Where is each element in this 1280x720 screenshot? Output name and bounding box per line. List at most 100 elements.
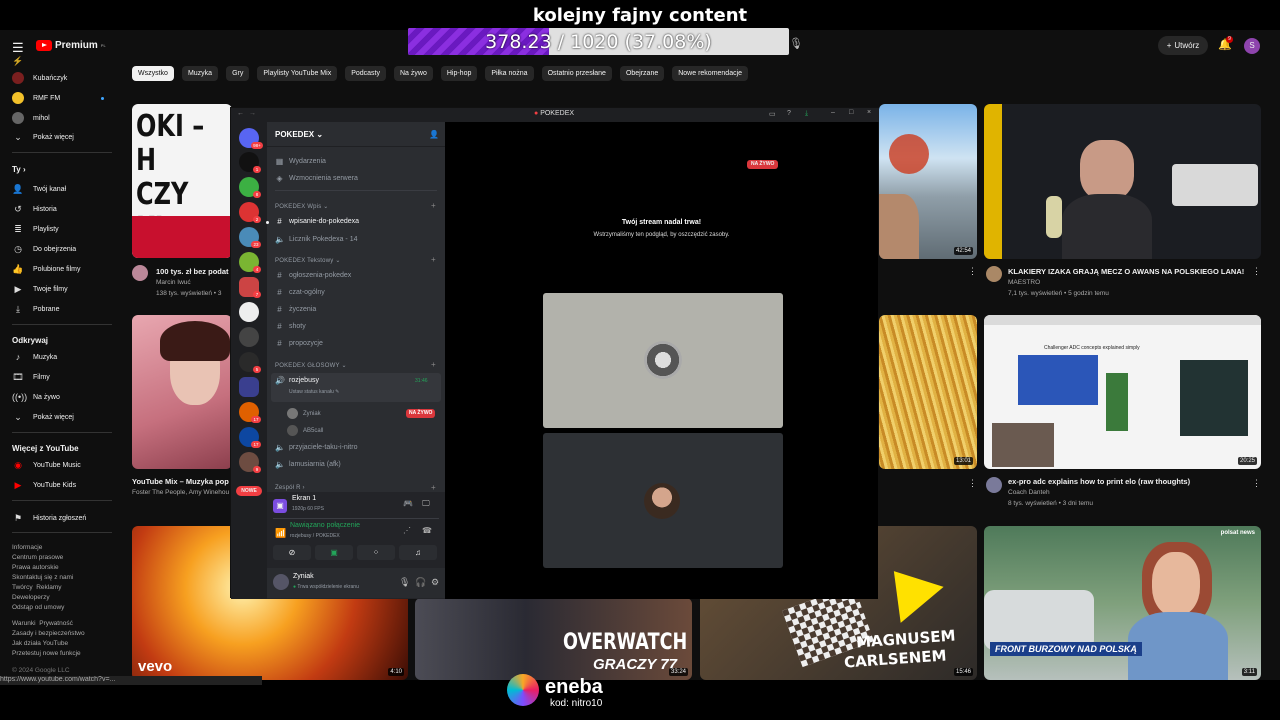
- channel-boosts[interactable]: ◈ Wzmocnienia serwera: [275, 174, 357, 183]
- forward-arrow-icon[interactable]: →: [249, 110, 256, 117]
- video-thumbnail[interactable]: [984, 104, 1261, 259]
- sidebar-sub-kubanczyk[interactable]: Kubańczyk: [12, 72, 67, 84]
- sidebar-item-liked[interactable]: 👍 Polubione filmy: [12, 264, 80, 275]
- microphone-icon[interactable]: 🎙: [399, 577, 410, 588]
- back-arrow-icon[interactable]: ←: [237, 110, 244, 117]
- footer-link[interactable]: Reklamy: [36, 584, 61, 591]
- chip-live[interactable]: Na żywo: [394, 66, 433, 81]
- noise-suppression-icon[interactable]: ⋰: [403, 526, 411, 535]
- footer-link[interactable]: Skontaktuj się z nami: [12, 573, 73, 583]
- chip-watched[interactable]: Obejrzane: [619, 66, 665, 81]
- sidebar-item-report-history[interactable]: ⚑ Historia zgłoszeń: [12, 513, 86, 524]
- download-icon[interactable]: ⤓: [805, 110, 808, 118]
- sidebar-sub-rmf[interactable]: RMF FM: [12, 92, 105, 104]
- footer-link[interactable]: Prawa autorskie: [12, 563, 73, 573]
- footer-link[interactable]: Odstąp od umowy: [12, 603, 73, 613]
- voice-channel-rozjebusy[interactable]: 🔊 rozjebusy: [275, 376, 319, 385]
- add-channel-icon[interactable]: +: [431, 483, 436, 492]
- camera-off-button[interactable]: ⊘: [273, 545, 311, 560]
- add-channel-icon[interactable]: +: [431, 255, 436, 264]
- channel-licznik[interactable]: 🔈 Licznik Pokedexa - 14: [275, 235, 357, 244]
- server-icon[interactable]: [239, 302, 259, 322]
- category-header[interactable]: POKEDEX GŁOSOWY ⌄: [275, 362, 347, 369]
- create-button[interactable]: + Utwórz: [1158, 36, 1208, 55]
- sidebar-item-your-videos[interactable]: ▶ Twoje filmy: [12, 284, 68, 295]
- video-title[interactable]: KLAKIERY IZAKA GRAJĄ MECZ O AWANS NA POL…: [1008, 267, 1244, 276]
- channel-avatar[interactable]: [986, 477, 1002, 493]
- sidebar-item-movies[interactable]: 🎞 Filmy: [12, 372, 49, 383]
- footer-link[interactable]: Zasady i bezpieczeństwo: [12, 629, 85, 639]
- connection-channel[interactable]: rozjebusy / POKEDEX: [290, 533, 340, 539]
- sidebar-item-watch-later[interactable]: ◷ Do obejrzenia: [12, 244, 76, 255]
- sidebar-item-live[interactable]: ((•)) Na żywo: [12, 392, 60, 402]
- sidebar-item-channel[interactable]: 👤 Twój kanał: [12, 184, 66, 195]
- sidebar-item-yt-kids[interactable]: ▶ YouTube Kids: [12, 480, 77, 491]
- video-title[interactable]: ex-pro adc explains how to print elo (ra…: [1008, 477, 1190, 486]
- footer-link[interactable]: Twórcy: [12, 584, 33, 591]
- channel-zyczenia[interactable]: # życzenia: [275, 305, 316, 314]
- channel-name[interactable]: Marcin Iwuć: [156, 279, 191, 286]
- video-title[interactable]: YouTube Mix – Muzyka pop: [132, 477, 229, 486]
- add-channel-icon[interactable]: +: [431, 360, 436, 369]
- account-avatar[interactable]: S: [1244, 38, 1260, 54]
- add-channel-icon[interactable]: +: [431, 201, 436, 210]
- category-header[interactable]: Zespół R ›: [275, 485, 305, 491]
- gamepad-icon[interactable]: 🎮: [403, 499, 413, 508]
- monitor-icon[interactable]: 🖵: [422, 499, 430, 509]
- server-folder-icon[interactable]: [239, 377, 259, 397]
- server-name[interactable]: POKEDEX ⌄: [275, 130, 323, 139]
- chip-football[interactable]: Piłka nożna: [485, 66, 534, 81]
- you-section-heading[interactable]: Ty ›: [12, 165, 26, 174]
- channel-czat[interactable]: # czat-ogólny: [275, 288, 325, 297]
- footer-link[interactable]: Warunki: [12, 620, 36, 627]
- video-thumbnail[interactable]: [132, 315, 232, 469]
- settings-gear-icon[interactable]: ⚙: [431, 577, 439, 588]
- video-tile-stream[interactable]: [543, 293, 783, 428]
- inbox-icon[interactable]: ▭: [769, 110, 776, 118]
- chip-games[interactable]: Gry: [226, 66, 250, 81]
- maximize-icon[interactable]: □: [849, 109, 853, 116]
- footer-link[interactable]: Jak działa YouTube: [12, 639, 85, 649]
- help-icon[interactable]: ?: [787, 110, 791, 117]
- share-screen-button[interactable]: ▣: [315, 545, 353, 560]
- video-thumbnail-partial[interactable]: 13:01: [879, 315, 977, 469]
- more-options-icon[interactable]: ⋮: [968, 478, 977, 489]
- channel-events[interactable]: ▦ Wydarzenia: [275, 157, 326, 166]
- video-thumbnail[interactable]: OVERWATCH GRACZY 77 33:24: [415, 598, 692, 680]
- voice-channel-przyjaciele[interactable]: 🔈 przyjaciele-taku-i-nitro: [275, 443, 357, 452]
- channel-avatar[interactable]: [986, 266, 1002, 282]
- chip-recent[interactable]: Ostatnio przesłane: [541, 66, 612, 81]
- sidebar-item-yt-music[interactable]: ◉ YouTube Music: [12, 460, 81, 471]
- channel-name[interactable]: MAESTRO: [1008, 279, 1040, 286]
- footer-link[interactable]: Deweloperzy: [12, 593, 73, 603]
- video-tile-user[interactable]: [543, 433, 783, 568]
- sidebar-item-playlists[interactable]: ≣ Playlisty: [12, 224, 58, 235]
- server-icon[interactable]: [239, 327, 259, 347]
- video-thumbnail[interactable]: FRONT BURZOWY NAD POLSKĄ polsat news 3:1…: [984, 526, 1261, 680]
- channel-wpisanie[interactable]: # wpisanie-do-pokedexa: [275, 217, 359, 226]
- sidebar-show-more[interactable]: ⌄ Pokaż więcej: [12, 132, 74, 143]
- chip-new[interactable]: Nowe rekomendacje: [672, 66, 749, 81]
- chip-music[interactable]: Muzyka: [181, 66, 219, 81]
- footer-link[interactable]: Przetestuj nowe funkcje: [12, 649, 85, 659]
- sidebar-item-history[interactable]: ↺ Historia: [12, 204, 57, 215]
- category-header[interactable]: POKEDEX Tekstowy ⌄: [275, 257, 341, 264]
- headphones-icon[interactable]: 🎧: [415, 577, 426, 588]
- voice-user[interactable]: Zyniak: [287, 408, 321, 419]
- video-thumbnail-partial[interactable]: 42:54: [879, 104, 977, 259]
- youtube-premium-logo[interactable]: Premium PL: [36, 40, 106, 51]
- disconnect-icon[interactable]: ☎: [422, 526, 432, 535]
- connection-status[interactable]: Nawiązano połączenie: [290, 522, 360, 529]
- soundboard-button[interactable]: ♫: [399, 545, 437, 560]
- channel-ogloszenia[interactable]: # ogłoszenia-pokedex: [275, 271, 351, 280]
- channel-propozycje[interactable]: # propozycje: [275, 339, 323, 348]
- footer-link[interactable]: Prywatność: [39, 620, 73, 627]
- chip-podcasts[interactable]: Podcasty: [345, 66, 386, 81]
- more-options-icon[interactable]: ⋮: [968, 266, 977, 277]
- video-thumbnail[interactable]: OKI – H CZY KI 100 TY BEZ PO: [132, 104, 232, 258]
- microphone-icon[interactable]: 🎙: [789, 37, 803, 53]
- close-icon[interactable]: ×: [867, 109, 871, 116]
- video-title[interactable]: 100 tys. zł bez podat: [156, 267, 229, 276]
- more-options-icon[interactable]: ⋮: [1252, 478, 1261, 489]
- activities-button[interactable]: ⁘: [357, 545, 395, 560]
